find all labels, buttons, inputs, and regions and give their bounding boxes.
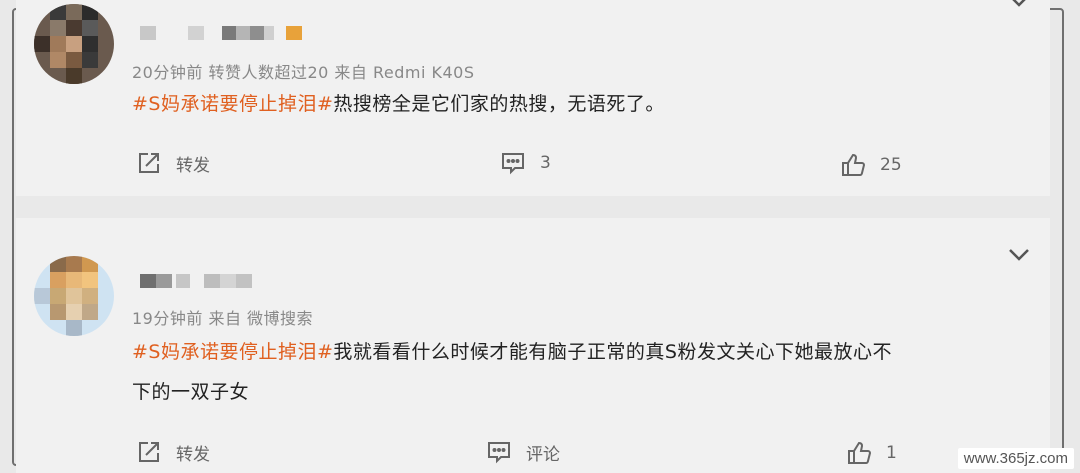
chevron-down-icon[interactable]: [1008, 248, 1030, 262]
comment-text: #S妈承诺要停止掉泪#我就看看什么时候才能有脑子正常的真S粉发文关心下她最放心不…: [132, 334, 1032, 410]
chevron-down-icon[interactable]: [1008, 0, 1030, 8]
like-count: 25: [880, 155, 902, 175]
repost-icon: [139, 442, 159, 462]
comment-count: 3: [540, 153, 551, 173]
thumbs-up-icon: [842, 153, 866, 176]
repost-button[interactable]: 转发: [136, 439, 210, 465]
repost-icon: [139, 153, 159, 173]
like-count: 1: [886, 443, 897, 463]
comment-body-line2: 下的一双子女: [132, 381, 250, 403]
hashtag-link[interactable]: #S妈承诺要停止掉泪#: [132, 341, 333, 363]
like-button[interactable]: 1: [846, 440, 897, 466]
repost-label: 转发: [176, 155, 210, 176]
watermark: www.365jz.com: [957, 448, 1074, 469]
comment-button[interactable]: 3: [500, 150, 551, 176]
comment-meta: 19分钟前 来自 微博搜索: [132, 309, 314, 328]
repost-label: 转发: [176, 444, 210, 465]
comment-label: 评论: [526, 444, 560, 465]
comment-icon: [502, 153, 524, 175]
repost-button[interactable]: 转发: [136, 150, 210, 176]
comment-card: 20分钟前 转赞人数超过20 来自 Redmi K40S #S妈承诺要停止掉泪#…: [16, 0, 1050, 196]
comment-button[interactable]: 评论: [486, 439, 560, 465]
comment-meta: 20分钟前 转赞人数超过20 来自 Redmi K40S: [132, 63, 475, 82]
like-button[interactable]: 25: [840, 152, 902, 178]
hashtag-link[interactable]: #S妈承诺要停止掉泪#: [132, 93, 333, 115]
comment-body: 我就看看什么时候才能有脑子正常的真S粉发文关心下她最放心不: [333, 341, 892, 363]
avatar[interactable]: [34, 256, 114, 336]
comment-body: 热搜榜全是它们家的热搜，无语死了。: [333, 93, 665, 115]
comment-card: 19分钟前 来自 微博搜索 #S妈承诺要停止掉泪#我就看看什么时候才能有脑子正常…: [16, 218, 1050, 473]
avatar[interactable]: [34, 4, 114, 84]
comment-text: #S妈承诺要停止掉泪#热搜榜全是它们家的热搜，无语死了。: [132, 86, 1032, 122]
thumbs-up-icon: [848, 441, 872, 464]
comment-icon: [488, 442, 510, 464]
